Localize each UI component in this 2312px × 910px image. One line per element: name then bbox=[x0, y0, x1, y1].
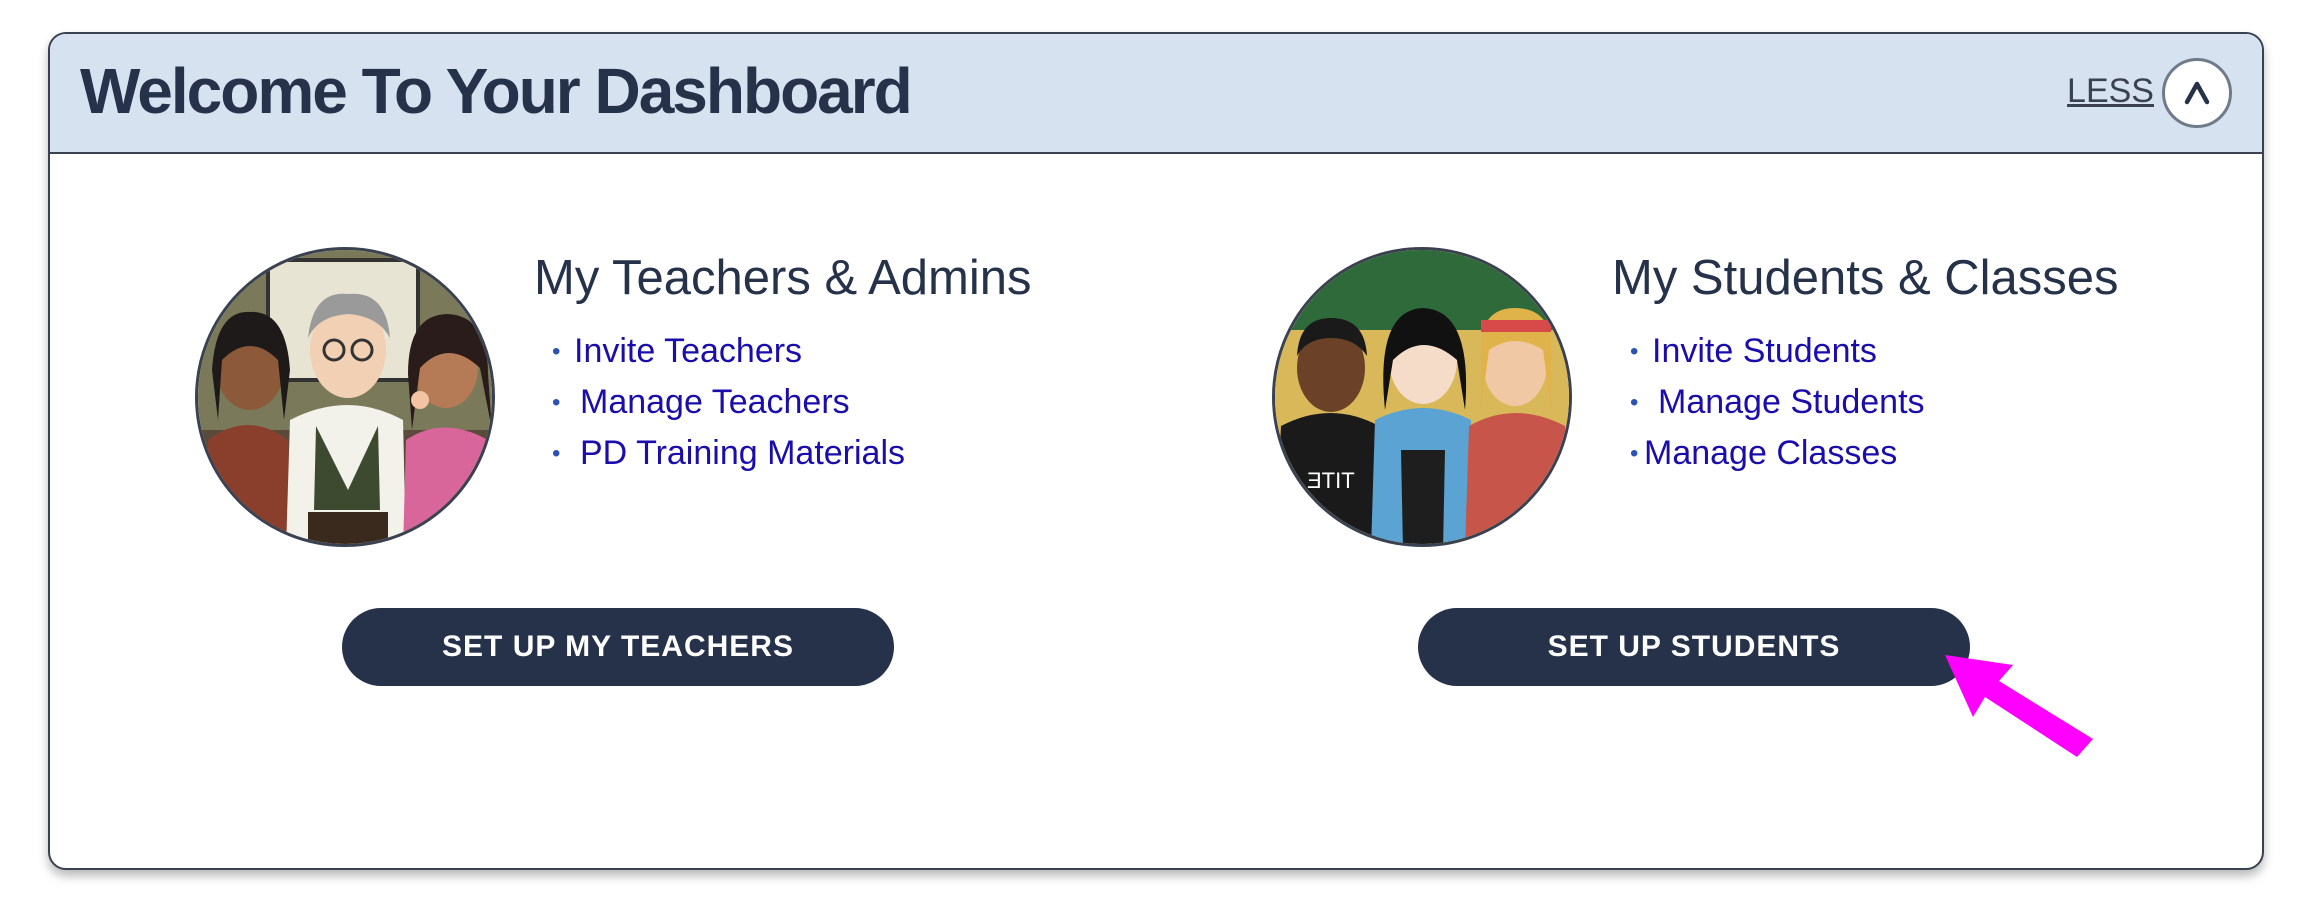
chevron-up-icon bbox=[2184, 81, 2210, 105]
teachers-section-title: My Teachers & Admins bbox=[534, 251, 1032, 305]
bullet-icon: • bbox=[1630, 337, 1639, 365]
invite-students-link[interactable]: Invite Students bbox=[1652, 332, 1877, 371]
bullet-icon: • bbox=[552, 388, 561, 416]
bullet-icon: • bbox=[1630, 388, 1639, 416]
set-up-students-button[interactable]: SET UP STUDENTS bbox=[1418, 608, 1970, 686]
bullet-icon: • bbox=[552, 439, 561, 467]
list-item: • Invite Teachers bbox=[552, 326, 905, 377]
list-item: • Manage Students bbox=[1630, 377, 1925, 428]
pointer-arrow-icon bbox=[1945, 655, 2093, 757]
invite-teachers-link[interactable]: Invite Teachers bbox=[574, 332, 802, 371]
teachers-admins-illustration bbox=[195, 247, 495, 547]
svg-text:ƎTIT: ƎTIT bbox=[1307, 468, 1355, 493]
panel-header: Welcome To Your Dashboard LESS bbox=[50, 34, 2262, 154]
students-links: • Invite Students • Manage Students • Manag… bbox=[1630, 326, 1925, 479]
pd-training-materials-link[interactable]: PD Training Materials bbox=[580, 434, 905, 473]
dashboard-panel: Welcome To Your Dashboard LESS My Teache… bbox=[48, 32, 2264, 870]
list-item: • Manage Classes bbox=[1630, 428, 1925, 479]
manage-students-link[interactable]: Manage Students bbox=[1658, 383, 1925, 422]
collapse-button[interactable] bbox=[2162, 58, 2232, 128]
list-item: • Manage Teachers bbox=[552, 377, 905, 428]
students-section-title: My Students & Classes bbox=[1612, 251, 2119, 305]
teachers-links: • Invite Teachers • Manage Teachers • PD Tr… bbox=[552, 326, 905, 479]
manage-teachers-link[interactable]: Manage Teachers bbox=[580, 383, 850, 422]
list-item: • PD Training Materials bbox=[552, 428, 905, 479]
list-item: • Invite Students bbox=[1630, 326, 1925, 377]
students-classes-illustration: ƎTIT bbox=[1272, 247, 1572, 547]
less-link[interactable]: LESS bbox=[2067, 72, 2154, 111]
page-title: Welcome To Your Dashboard bbox=[80, 55, 913, 127]
bullet-icon: • bbox=[1630, 439, 1639, 467]
bullet-icon: • bbox=[552, 337, 561, 365]
set-up-my-teachers-button[interactable]: SET UP MY TEACHERS bbox=[342, 608, 894, 686]
manage-classes-link[interactable]: Manage Classes bbox=[1644, 434, 1897, 473]
